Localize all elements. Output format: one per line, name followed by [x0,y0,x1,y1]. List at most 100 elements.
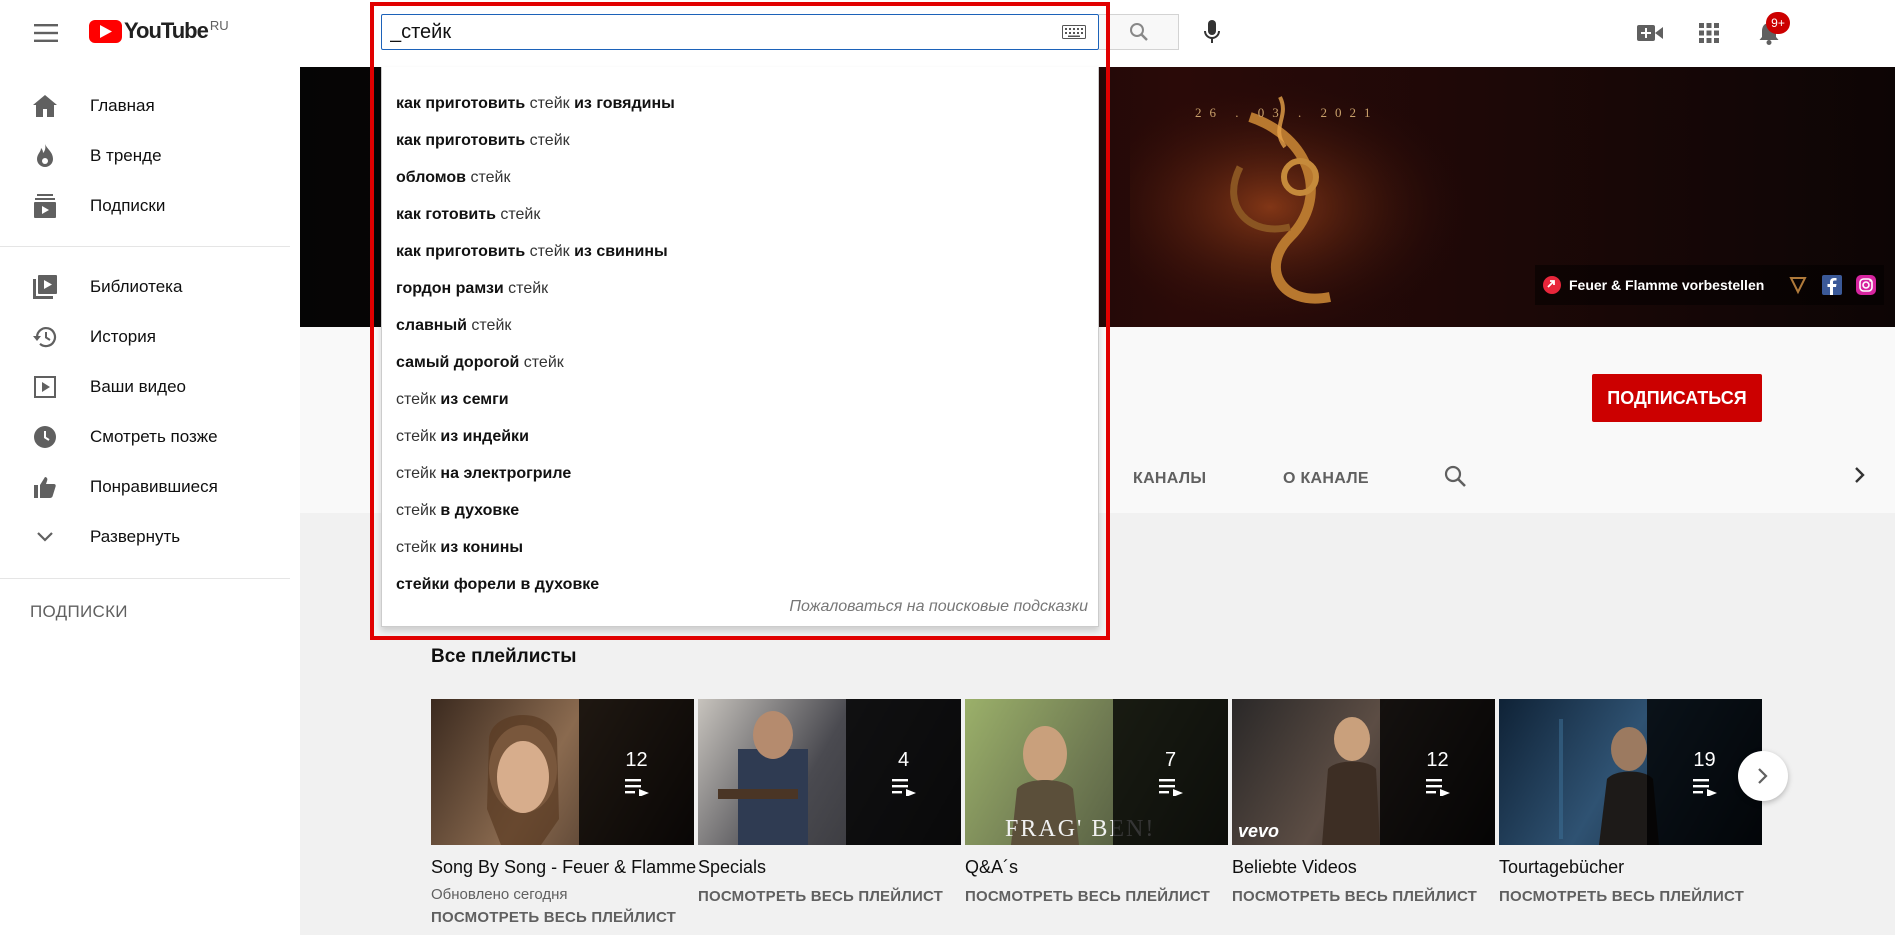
suggestion-query-text: стейк [396,427,436,445]
playlist-count-overlay: 7 [1113,699,1228,845]
suggestion-query-text: стейк [523,353,564,371]
history-icon [30,322,60,352]
suggestion-item[interactable]: славный стейк [396,307,1086,344]
playlist-icon [1425,778,1450,796]
subscriptions-icon [30,191,60,221]
suggestion-item[interactable]: стейк в духовке [396,492,1086,529]
preorder-link[interactable]: Feuer & Flamme vorbestellen [1569,277,1764,293]
tab-about[interactable]: О КАНАЛЕ [1283,470,1369,488]
chevron-right-icon [1757,767,1769,785]
suggestion-completion-text: гордон рамзи [396,279,509,297]
playlist-title[interactable]: Tourtagebücher [1499,857,1762,878]
suggestion-item[interactable]: стейк на электрогриле [396,455,1086,492]
view-full-playlist-link[interactable]: ПОСМОТРЕТЬ ВЕСЬ ПЛЕЙЛИСТ [431,909,694,926]
playlist-updated: Обновлено сегодня [431,886,568,903]
thumbnail-image [718,711,808,845]
search-icon [1129,22,1149,42]
suggestion-item[interactable]: стейк из индейки [396,418,1086,455]
playlist-title[interactable]: Q&A´s [965,857,1228,878]
suggestion-completion-text: как готовить [396,205,501,223]
playlist-thumbnail[interactable]: vevo 12 [1232,699,1495,845]
suggestion-item[interactable]: стейк из семги [396,381,1086,418]
suggestion-completion-text: обломов [396,168,471,186]
playlist-title[interactable]: Song By Song - Feuer & Flamme [431,857,696,878]
tab-channels[interactable]: КАНАЛЫ [1133,470,1206,488]
channel-search-icon[interactable] [1444,465,1466,487]
playlist-card[interactable]: 12 Song By Song - Feuer & Flamme Обновле… [431,699,696,926]
sidebar-item-subscriptions[interactable]: Подписки [0,182,290,230]
suggestion-query-text: стейк [529,131,570,149]
playlist-card[interactable]: FRAG' BEN! 7 Q&A´s ПОСМОТРЕТЬ ВЕСЬ ПЛЕЙЛ… [965,699,1228,905]
playlist-card[interactable]: 4 Specials ПОСМОТРЕТЬ ВЕСЬ ПЛЕЙЛИСТ [698,699,961,905]
sidebar-item-label: Развернуть [90,527,181,546]
suggestion-item[interactable]: обломов стейк [396,159,1086,196]
band-logo-icon[interactable] [1788,275,1808,295]
suggestion-item[interactable]: как приготовить стейк из говядины [396,85,1086,122]
playlist-count-overlay: 4 [846,699,961,845]
sidebar-item-library[interactable]: Библиотека [0,263,290,311]
sidebar-item-expand[interactable]: Развернуть [0,513,290,561]
banner-links: Feuer & Flamme vorbestellen [1535,265,1885,305]
liked-icon [30,472,60,502]
sidebar-item-liked[interactable]: Понравившиеся [0,463,290,511]
playlist-icon [891,778,916,796]
sidebar-item-home[interactable]: Главная [0,82,290,130]
sidebar-item-your-videos[interactable]: Ваши видео [0,363,290,411]
keyboard-icon[interactable] [1062,25,1086,39]
playlist-title[interactable]: Specials [698,857,961,878]
logo-region: RU [209,17,229,33]
suggestion-completion-text: на электрогриле [435,464,572,482]
suggestion-item[interactable]: самый дорогой стейк [396,344,1086,381]
apps-grid-icon[interactable] [1693,17,1725,49]
thumbnail-image [487,714,559,845]
view-full-playlist-link[interactable]: ПОСМОТРЕТЬ ВЕСЬ ПЛЕЙЛИСТ [1232,888,1495,905]
playlist-title[interactable]: Beliebte Videos [1232,857,1495,878]
search-button[interactable] [1099,14,1179,50]
view-full-playlist-link[interactable]: ПОСМОТРЕТЬ ВЕСЬ ПЛЕЙЛИСТ [965,888,1228,905]
sidebar-divider [0,578,290,579]
sidebar-item-label: В тренде [90,146,162,165]
search-box[interactable] [381,14,1099,50]
playlist-card[interactable]: vevo 12 Beliebte Videos ПОСМОТРЕТЬ ВЕСЬ … [1232,699,1495,905]
notification-count-badge: 9+ [1766,12,1790,34]
suggestion-completion-text: самый дорогой [396,353,524,371]
create-video-icon[interactable] [1634,17,1666,49]
sidebar-item-trending[interactable]: В тренде [0,132,290,180]
suggestion-item[interactable]: как приготовить стейк [396,122,1086,159]
sidebar-item-label: История [90,327,156,346]
youtube-logo[interactable]: YouTube RU [89,18,229,44]
playlist-thumbnail[interactable]: 12 [431,699,694,845]
playlist-thumbnail[interactable]: FRAG' BEN! 7 [965,699,1228,845]
playlist-thumbnail[interactable]: 4 [698,699,961,845]
playlist-thumbnail[interactable]: 19 [1499,699,1762,845]
view-full-playlist-link[interactable]: ПОСМОТРЕТЬ ВЕСЬ ПЛЕЙЛИСТ [698,888,961,905]
instagram-icon[interactable] [1856,275,1877,295]
library-icon [30,272,60,302]
playlist-count-overlay: 12 [579,699,694,845]
voice-search-button[interactable] [1192,14,1232,50]
link-icon[interactable] [1543,276,1561,294]
sidebar-item-label: Смотреть позже [90,427,218,446]
suggestion-completion-text: как приготовить [396,131,530,149]
report-suggestions-link[interactable]: Пожаловаться на поисковые подсказки [789,598,1088,616]
suggestion-query-text: стейк [396,538,436,556]
suggestion-completion-text: из индейки [435,427,529,445]
playlist-icon [624,778,649,796]
facebook-icon[interactable] [1822,275,1843,295]
sidebar-item-history[interactable]: История [0,313,290,361]
suggestion-completion-text: стейки форели в духовке [396,575,600,593]
subscribe-button[interactable]: ПОДПИСАТЬСЯ [1592,374,1762,422]
section-title[interactable]: Все плейлисты [431,646,577,668]
view-full-playlist-link[interactable]: ПОСМОТРЕТЬ ВЕСЬ ПЛЕЙЛИСТ [1499,888,1762,905]
sidebar-item-watch-later[interactable]: Смотреть позже [0,413,290,461]
tabs-chevron-right-icon[interactable] [1854,466,1866,484]
menu-icon[interactable] [26,18,66,48]
suggestion-item[interactable]: как приготовить стейк из свинины [396,233,1086,270]
search-input[interactable] [390,15,1030,49]
suggestion-item[interactable]: стейк из конины [396,529,1086,566]
carousel-next-button[interactable] [1738,751,1788,801]
playlist-card[interactable]: 19 Tourtagebücher ПОСМОТРЕТЬ ВЕСЬ ПЛЕЙЛИ… [1499,699,1762,905]
suggestion-item[interactable]: как готовить стейк [396,196,1086,233]
suggestion-item[interactable]: гордон рамзи стейк [396,270,1086,307]
playlist-video-count: 4 [897,748,910,771]
